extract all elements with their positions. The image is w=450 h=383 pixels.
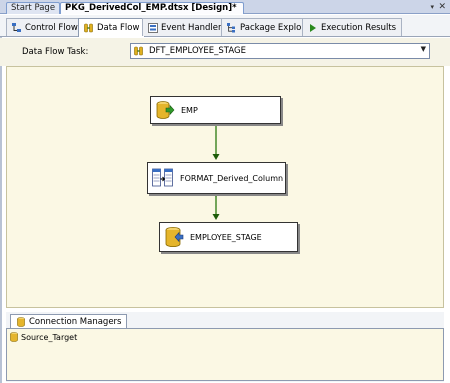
component-name: FORMAT_Derived_Column bbox=[180, 173, 284, 183]
ole-db-source-icon bbox=[155, 100, 175, 120]
window-list-dropdown-icon[interactable]: ▾ bbox=[430, 1, 434, 13]
document-tab-bar: Start Page PKG_DerivedCol_EMP.dtsx [Desi… bbox=[0, 0, 450, 14]
component-employee-stage[interactable]: EMPLOYEE_STAGE bbox=[159, 222, 298, 252]
data-flow-task-label: Data Flow Task: bbox=[22, 47, 89, 57]
tab-label: Event Handlers bbox=[161, 22, 226, 33]
tab-connection-managers[interactable]: Connection Managers bbox=[10, 314, 128, 328]
chevron-down-icon[interactable]: ▼ bbox=[421, 45, 426, 53]
tab-label: Execution Results bbox=[321, 22, 397, 33]
tab-package-design[interactable]: PKG_DerivedCol_EMP.dtsx [Design]* bbox=[60, 2, 244, 14]
component-emp[interactable]: EMP bbox=[150, 96, 281, 124]
connection-manager-icon bbox=[9, 332, 19, 342]
tab-label: Data Flow bbox=[97, 23, 140, 33]
close-document-icon[interactable]: ✕ bbox=[438, 1, 446, 13]
tab-event-handlers[interactable]: Event Handlers bbox=[142, 18, 232, 36]
tab-control-flow[interactable]: Control Flow bbox=[6, 18, 84, 36]
data-flow-icon bbox=[84, 23, 94, 33]
tab-label: Control Flow bbox=[25, 22, 78, 33]
connection-manager-icon bbox=[16, 316, 26, 327]
path-emp-to-derived[interactable] bbox=[212, 120, 220, 160]
ole-db-destination-icon bbox=[164, 226, 184, 248]
tab-data-flow[interactable]: Data Flow bbox=[78, 18, 146, 37]
data-flow-design-canvas[interactable]: EMP FORMAT_Derived_Column EMPLOYEE_STAGE bbox=[6, 66, 444, 308]
control-flow-icon bbox=[12, 22, 22, 33]
tab-start-page[interactable]: Start Page bbox=[6, 2, 61, 14]
tab-label: Connection Managers bbox=[29, 316, 122, 327]
execution-results-icon bbox=[308, 23, 318, 33]
connection-manager-name: Source_Target bbox=[21, 332, 78, 342]
connection-managers-panel: Connection Managers Source_Target bbox=[6, 312, 444, 382]
designer-tab-strip: Control Flow Data Flow Event Handlers Pa… bbox=[0, 15, 450, 37]
path-derived-to-stage[interactable] bbox=[212, 191, 220, 220]
data-flow-task-select[interactable]: DFT_EMPLOYEE_STAGE ▼ bbox=[130, 43, 430, 59]
derived-column-icon bbox=[152, 167, 174, 189]
window-left-edge bbox=[0, 15, 2, 383]
data-flow-task-icon bbox=[134, 46, 144, 56]
component-name: EMPLOYEE_STAGE bbox=[190, 232, 262, 242]
selected-task-value: DFT_EMPLOYEE_STAGE bbox=[149, 46, 246, 56]
tab-execution-results[interactable]: Execution Results bbox=[302, 18, 403, 36]
connection-managers-area[interactable]: Source_Target bbox=[6, 328, 444, 381]
package-explorer-icon bbox=[227, 22, 237, 33]
data-flow-task-bar: Data Flow Task: DFT_EMPLOYEE_STAGE ▼ bbox=[0, 38, 450, 66]
component-name: EMP bbox=[181, 105, 198, 115]
component-format-derived-column[interactable]: FORMAT_Derived_Column bbox=[147, 162, 286, 194]
connection-manager-item[interactable]: Source_Target bbox=[9, 332, 77, 342]
event-handlers-icon bbox=[148, 22, 158, 33]
